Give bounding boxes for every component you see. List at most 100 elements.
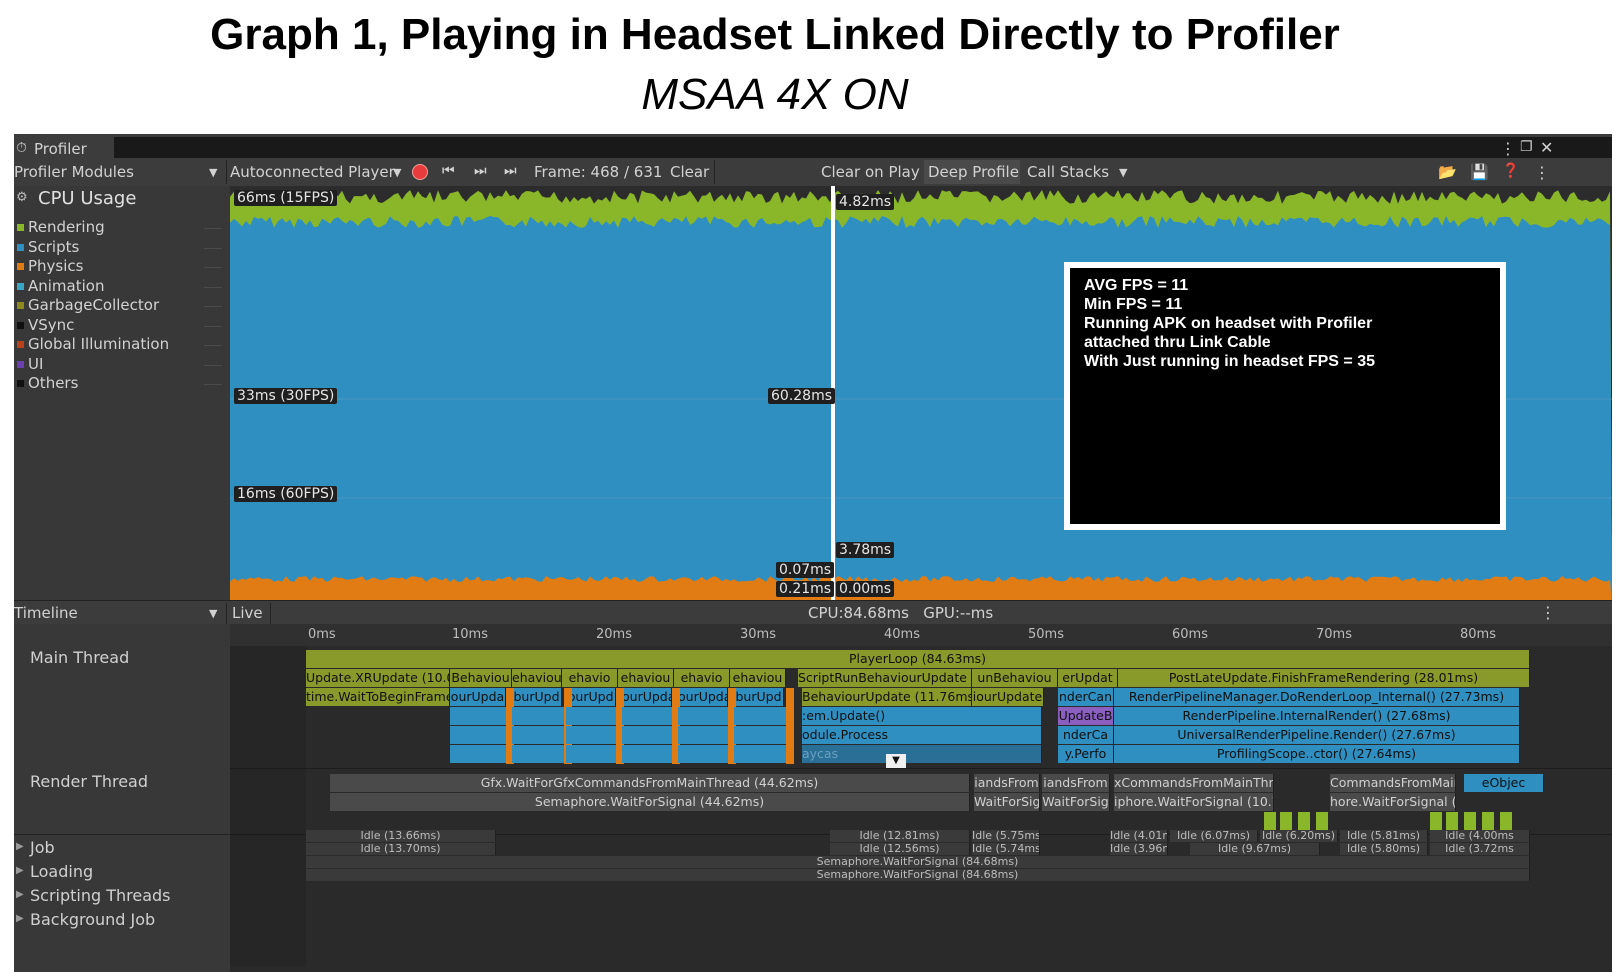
sample-bar[interactable]: burUpd [566,688,616,706]
job-sample[interactable]: Idle (6.07ms) [1170,830,1258,842]
render-sample[interactable] [1280,812,1292,830]
render-sample[interactable] [1264,812,1276,830]
category-ui[interactable]: UI [14,355,230,375]
close-icon[interactable]: ✕ [1540,138,1553,157]
sample-bar[interactable]: Semaphore.WaitForSignal (84.68ms) [306,856,1530,868]
job-sample[interactable]: Idle (9.67ms) [1190,843,1320,855]
category-scripts[interactable]: Scripts [14,238,230,258]
script-sample[interactable] [622,745,672,763]
job-sample[interactable]: Idle (5.81ms) [1340,830,1428,842]
sample-bar[interactable]: nderCan [1058,688,1114,706]
sample-bar[interactable]: erUpdat [1058,669,1118,687]
sample-bar[interactable]: UniversalRenderPipeline.Render() (27.67m… [1114,726,1520,744]
call-stacks-button[interactable]: Call Stacks [1027,163,1109,181]
more-icon[interactable]: ⋮ [1534,163,1550,182]
cpu-module-title[interactable]: CPU Usage [38,188,136,209]
thread-scripting[interactable]: Scripting Threads [30,886,171,905]
script-sample[interactable] [450,726,506,744]
sample-bar[interactable]: ehaviou [730,669,786,687]
script-sample[interactable] [734,726,786,744]
category-global-illumination[interactable]: Global Illumination [14,335,230,355]
render-sample[interactable] [1430,812,1442,830]
script-sample[interactable] [566,707,616,725]
sample-bar[interactable]: Semaphore.WaitForSignal (84.68ms) [306,869,1530,881]
render-sample[interactable] [1446,812,1458,830]
category-animation[interactable]: Animation [14,277,230,297]
clear-on-play-button[interactable]: Clear on Play [821,163,920,181]
last-frame-icon[interactable]: ⏭ [504,163,517,179]
sample-bar[interactable]: eObjec [1464,774,1544,792]
deep-profile-button[interactable]: Deep Profile [924,160,1020,184]
sample-bar[interactable]: RenderPipelineManager.DoRenderLoop_Inter… [1114,688,1520,706]
time-ruler[interactable] [230,624,1612,646]
sample-bar[interactable]: hore.WaitForSignal (8 [1330,793,1456,811]
sample-bar[interactable]: burUpd [512,688,562,706]
thread-background-job[interactable]: Background Job [30,910,155,929]
category-garbagecollector[interactable]: GarbageCollector [14,296,230,316]
chevron-down-icon[interactable]: ▼ [1119,166,1127,179]
expand-arrow-icon[interactable]: ▶ [16,913,24,924]
thread-job[interactable]: Job [30,838,55,857]
script-sample[interactable] [622,707,672,725]
sample-bar[interactable]: RenderPipeline.InternalRender() (27.68ms… [1114,707,1520,725]
maximize-icon[interactable]: ❐ [1520,139,1533,155]
cpu-usage-graph[interactable]: 66ms (15FPS) 33ms (30FPS) 16ms (60FPS) 4… [230,186,1612,606]
timeline-view-dropdown[interactable]: Timeline ▼ [14,601,226,625]
job-sample[interactable]: Idle (4.01ms [1110,830,1168,842]
sample-bar[interactable]: Update.XRUpdate (10.00 [306,669,450,687]
sample-bar[interactable]: UpdateB [1058,707,1114,725]
category-physics[interactable]: Physics [14,257,230,277]
sample-bar[interactable]: WaitForSig [1042,793,1110,811]
script-sample[interactable] [566,745,616,763]
more-icon[interactable]: ⋮ [1500,139,1516,158]
script-sample[interactable] [512,726,564,744]
sample-bar[interactable]: ourUpda [450,688,506,706]
player-dropdown[interactable]: Autoconnected Player ▼ [230,158,406,186]
expand-arrow-icon[interactable]: ▶ [16,865,24,876]
job-sample[interactable]: Idle (12.56ms) [830,843,970,855]
job-sample[interactable]: Idle (12.81ms) [830,830,970,842]
physics-sample[interactable] [786,688,794,764]
record-button[interactable] [410,162,430,182]
sample-bar[interactable]: unBehaviou [972,669,1058,687]
script-sample[interactable] [678,707,728,725]
sample-bar[interactable]: :em.Update() [802,707,1042,725]
sample-bar[interactable]: PostLateUpdate.FinishFrameRendering (28.… [1118,669,1530,687]
thread-loading[interactable]: Loading [30,862,93,881]
script-sample[interactable] [678,726,728,744]
sample-bar[interactable]: iandsFrom [1042,774,1110,792]
sample-bar[interactable]: PlayerLoop (84.63ms) [306,650,1530,668]
thread-main[interactable]: Main Thread [30,648,129,667]
sample-bar[interactable]: ehavio [674,669,730,687]
timeline-area[interactable]: 0ms 10ms 20ms 30ms 40ms 50ms 60ms 70ms 8… [230,624,1612,972]
sample-bar[interactable]: Gfx.WaitForGfxCommandsFromMainThread (44… [330,774,970,792]
sample-bar[interactable]: xCommandsFromMainThr [1114,774,1274,792]
sample-bar[interactable]: WaitForSig [974,793,1040,811]
render-sample[interactable] [1316,812,1328,830]
script-sample[interactable] [734,707,786,725]
render-sample[interactable] [1482,812,1494,830]
script-sample[interactable] [622,726,672,744]
sample-bar[interactable]: ourUpda [678,688,728,706]
clear-button[interactable]: Clear [670,163,709,181]
script-sample[interactable] [450,707,506,725]
script-sample[interactable] [678,745,728,763]
thread-render[interactable]: Render Thread [30,772,148,791]
save-icon[interactable]: 💾 [1470,163,1489,181]
sample-bar[interactable]: iandsFrom [974,774,1040,792]
sample-bar[interactable]: ProfilingScope..ctor() (27.64ms) [1114,745,1520,763]
sample-bar[interactable]: Behaviou [450,669,512,687]
job-sample[interactable]: Idle (3.96ms [1110,843,1168,855]
script-sample[interactable] [566,726,616,744]
load-icon[interactable]: 📂 [1438,163,1457,181]
sample-bar[interactable]: time.WaitToBeginFrame [306,688,450,706]
next-frame-icon[interactable]: ⏭ [474,163,487,179]
expand-arrow-icon[interactable]: ▶ [16,889,24,900]
job-sample[interactable]: Idle (5.74ms) [972,843,1040,855]
live-button[interactable]: Live [232,604,263,622]
category-vsync[interactable]: VSync [14,316,230,336]
more-icon[interactable]: ⋮ [1540,603,1556,622]
sample-bar[interactable]: odule.Process [802,726,1042,744]
script-sample[interactable] [512,745,564,763]
job-sample[interactable]: Idle (6.20ms) [1260,830,1338,842]
